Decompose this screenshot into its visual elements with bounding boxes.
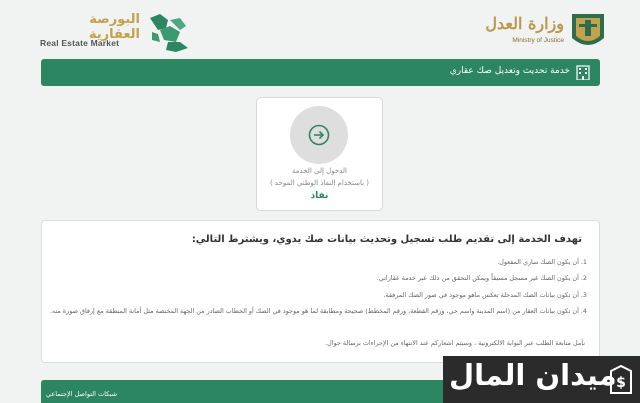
service-title-bar: خدمة تحديث وتعديل صك عقاري [41,59,600,86]
login-sublabel: ( باستخدام النفاذ الوطني الموحد ) [269,179,370,187]
social-networks-label: شبكات التواصل الإجتماعي [46,390,118,398]
condition-item: 2. أن يكون الصك غير مسجل مسبقاً ويمكن ال… [376,274,587,282]
follow-up-note: نأمل متابعة الطلب عبر البوابة الالكتروني… [325,339,585,347]
ministry-emblem-icon [572,14,604,45]
login-arrow-icon [308,124,330,146]
login-service-card[interactable]: الدخول إلى الخدمة ( باستخدام النفاذ الوط… [256,97,383,211]
condition-item: 1. أن يكون الصك ساري المفعول. [497,258,587,266]
nafath-link[interactable]: نفاذ [257,191,382,201]
ministry-name-ar: وزارة العدل [485,14,564,33]
ministry-name-en: Ministry of Justice [512,37,564,44]
ministry-of-justice-logo[interactable]: وزارة العدل Ministry of Justice [478,10,608,54]
info-title: تهدف الخدمة إلى تقديم طلب تسجيل وتحديث ب… [191,234,582,245]
condition-item: 4. أن تكون بيانات العقار من (اسم المدينة… [49,307,587,315]
header: البورصة العقارية Real Estate Market وزار… [0,0,640,58]
real-estate-market-logo[interactable]: البورصة العقارية Real Estate Market [40,12,200,52]
page: البورصة العقارية Real Estate Market وزار… [0,0,640,403]
building-icon [576,65,590,80]
money-tag-icon: $ [610,365,632,394]
login-icon-circle[interactable] [290,106,348,164]
condition-item: 3. أن تكون بيانات الصك المدخلة تعكس ماهو… [383,291,587,299]
service-title: خدمة تحديث وتعديل صك عقاري [449,66,570,76]
watermark-text: ميدان المال [449,358,617,392]
svg-text:$: $ [616,375,626,391]
market-name-en: Real Estate Market [40,38,120,48]
saudi-map-logo-icon [150,14,188,52]
service-info-box: تهدف الخدمة إلى تقديم طلب تسجيل وتحديث ب… [41,220,600,363]
watermark: ميدان المال $ [443,356,640,403]
login-label: الدخول إلى الخدمة [292,167,347,175]
